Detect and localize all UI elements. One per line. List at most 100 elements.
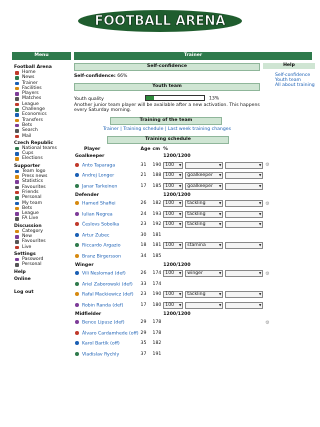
gear-cell: ⚙ [264,199,270,210]
player-name-link[interactable]: Rafal Mackiewicz (def) [82,293,134,298]
secondary-select[interactable] [225,301,264,309]
secondary-select[interactable] [225,161,264,169]
column-header-empty [184,145,224,153]
intensity-select[interactable]: 100 [163,200,184,208]
position-group-capacity: 1200/1200 [163,154,191,159]
training-type-select[interactable]: goalkeeper [185,182,224,190]
player-row: Vladislav Rychly 37 191 [74,349,271,360]
player-row: Andrej Longer 21 188100goalkeeper [74,171,271,182]
training-links[interactable]: Trainer | Training schedule | Last week … [74,127,260,132]
intensity-select[interactable]: 100 [163,172,184,180]
sidebar-item[interactable]: Elections [14,156,72,161]
nationality-flag-icon [75,302,79,307]
player-age: 23 [140,222,147,228]
sidebar-item-label: FA Live [22,216,39,222]
sidebar-item-icon [15,196,19,200]
intensity-select[interactable]: 100 [163,161,184,169]
sidebar-section-title[interactable]: Online [14,277,72,282]
sidebar-item-icon [15,118,19,123]
training-type-select[interactable]: goalkeeper [185,172,224,180]
sidebar-item-icon [15,235,19,239]
position-group-name: Midfielder [75,311,102,317]
youth-team-header: Youth team [74,83,260,91]
intensity-select[interactable]: 100 [163,182,184,190]
secondary-select[interactable] [225,242,264,250]
sidebar-item-label: Favourites [22,239,46,245]
column-header: Player [84,146,101,152]
schedule-column-headers: Player Age cm% [74,145,271,153]
training-type-select[interactable]: tackling [185,291,224,299]
intensity-select[interactable]: 100 [163,270,184,278]
player-name-link[interactable]: Ariel Zaborowski (def) [82,282,133,287]
nationality-flag-icon [75,222,79,226]
training-type-cell [184,230,224,241]
secondary-select[interactable] [225,291,264,299]
sidebar-item-label: Team logo [22,168,46,174]
sidebar-item[interactable]: Live [14,245,72,250]
player-name-link[interactable]: Vili Neslomad (def) [82,272,126,277]
player-name-link[interactable]: Branz Birgersson [82,254,121,259]
settings-gear-icon[interactable]: ⚙ [265,201,269,207]
sidebar-item-label: Category [22,228,43,234]
sidebar-item-icon [15,86,19,91]
secondary-select[interactable] [225,182,264,190]
youth-quality-bar-fill [146,96,154,100]
settings-gear-icon[interactable]: ⚙ [265,162,269,168]
player-cm: 190 [152,162,162,168]
help-link-all-about-training[interactable]: All about training [263,83,315,88]
intensity-select[interactable]: 100 [163,301,184,309]
training-type-select[interactable]: tackling [185,200,224,208]
self-confidence-label: Self-confidence: [74,74,116,79]
logout-link[interactable]: Log out [14,290,72,295]
secondary-cell [224,290,264,301]
secondary-cell [224,230,264,241]
player-name-link[interactable]: Artur Zubec [82,233,109,238]
training-type-select[interactable] [185,161,224,169]
player-name-link[interactable]: Anto Taparaga [82,163,115,168]
training-type-select[interactable]: tackling [185,221,224,229]
player-name-link[interactable]: Janar Tarkeinen [82,184,117,189]
intensity-select[interactable]: 100 [163,291,184,299]
player-name-link[interactable]: Hamed Shafiei [82,202,116,207]
secondary-select[interactable] [225,172,264,180]
intensity-select[interactable]: 100 [163,242,184,250]
sidebar-item[interactable]: FA Live [14,216,72,221]
secondary-select[interactable] [225,221,264,229]
intensity-select[interactable]: 100 [163,210,184,218]
sidebar-item-icon [15,240,19,244]
settings-gear-icon[interactable]: ⚙ [265,320,269,326]
settings-gear-icon[interactable]: ⚙ [265,271,269,277]
intensity-cell [162,230,184,241]
sidebar-item-icon [15,81,19,86]
player-cm: 191 [152,351,162,357]
youth-quality-label: Youth quality [74,96,104,102]
intensity-select[interactable]: 100 [163,221,184,229]
intensity-cell: 100 [162,160,184,171]
training-type-select[interactable]: stamina [185,242,224,250]
gear-cell: ⚙ [264,269,270,280]
training-type-select[interactable]: tackling [185,210,224,218]
player-name-link[interactable]: Iulian Negrea [82,212,113,217]
sidebar-item-icon [15,71,19,75]
sidebar-item[interactable]: Personal [14,262,72,267]
youth-quality-value: 13% [208,96,220,102]
secondary-select[interactable] [225,270,264,278]
secondary-select[interactable] [225,210,264,218]
sidebar-item[interactable]: Mail [14,134,72,139]
player-name-link[interactable]: Andrej Longer [82,174,114,179]
player-name-link[interactable]: Bence Lipusz (def) [82,321,125,326]
player-name-link[interactable]: Álvaro Cardamhede (off) [82,331,139,336]
column-header-empty [264,145,270,153]
training-type-select[interactable]: winger [185,270,224,278]
training-type-cell: tackling [184,199,224,210]
nationality-flag-icon [75,173,79,177]
player-name-link[interactable]: Riccardo Argazio [82,244,121,249]
sidebar-section-title[interactable]: Help [14,270,72,275]
player-name-link[interactable]: Karol Bartík (off) [82,342,120,347]
secondary-select[interactable] [225,200,264,208]
player-name-link[interactable]: Robin Randa (def) [82,303,123,308]
training-type-select[interactable] [185,301,224,309]
player-name-link[interactable]: Česlovs Sobolka [82,223,119,228]
player-name-link[interactable]: Vladislav Rychly [82,352,119,357]
sidebar-item-icon [15,245,19,250]
